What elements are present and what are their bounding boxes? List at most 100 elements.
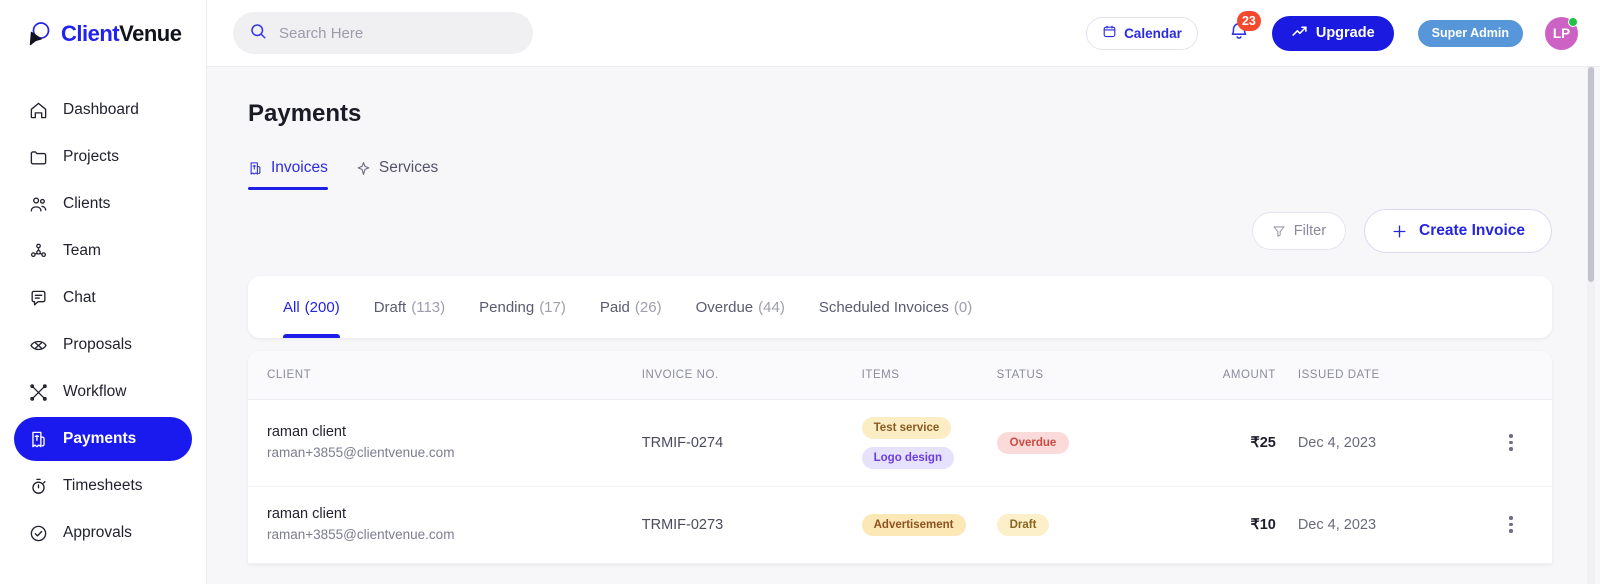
client-name: raman client: [267, 422, 642, 444]
home-icon: [28, 100, 49, 121]
sidebar-item-label: Approvals: [63, 524, 132, 542]
invoices-table: CLIENT INVOICE NO. ITEMS STATUS AMOUNT I…: [248, 351, 1552, 564]
sidebar-item-label: Team: [63, 242, 101, 260]
filter-tab-count: (26): [635, 299, 662, 316]
search-input[interactable]: [279, 25, 517, 42]
search-box[interactable]: [233, 12, 533, 54]
filter-tab-label: Draft: [374, 299, 407, 316]
filter-tab-overdue[interactable]: Overdue (44): [696, 276, 785, 338]
status-badge: Draft: [997, 514, 1050, 536]
sidebar-item-team[interactable]: Team: [14, 229, 192, 273]
cell-client: raman client raman+3855@clientvenue.com: [248, 486, 642, 563]
sidebar-item-dashboard[interactable]: Dashboard: [14, 88, 192, 132]
role-badge[interactable]: Super Admin: [1418, 20, 1523, 47]
sidebar-item-label: Workflow: [63, 383, 126, 401]
table-head: CLIENT INVOICE NO. ITEMS STATUS AMOUNT I…: [248, 351, 1552, 399]
check-circle-icon: [28, 523, 49, 544]
avatar[interactable]: LP: [1545, 17, 1578, 50]
tab-label: Invoices: [271, 159, 328, 177]
upgrade-button[interactable]: Upgrade: [1272, 16, 1394, 51]
cell-actions: [1470, 399, 1552, 486]
spark-icon: [356, 161, 371, 176]
calendar-button[interactable]: Calendar: [1086, 17, 1198, 50]
filter-tab-draft[interactable]: Draft (113): [374, 276, 445, 338]
sidebar-item-label: Chat: [63, 289, 96, 307]
sidebar-item-approvals[interactable]: Approvals: [14, 511, 192, 555]
amount-value: ₹25: [1179, 435, 1276, 451]
proposal-icon: [28, 335, 49, 356]
notifications-button[interactable]: 23: [1222, 13, 1256, 53]
page-subtabs: Invoices Services: [248, 159, 1552, 190]
status-badge: Overdue: [997, 432, 1070, 454]
column-header-issued-date: ISSUED DATE: [1276, 351, 1470, 399]
calendar-icon: [1102, 24, 1117, 42]
table-row[interactable]: raman client raman+3855@clientvenue.com …: [248, 399, 1552, 486]
kebab-menu-icon[interactable]: [1470, 516, 1552, 533]
filter-tab-label: Scheduled Invoices: [819, 299, 949, 316]
item-chip: Logo design: [862, 447, 954, 469]
notification-count-badge: 23: [1237, 11, 1261, 31]
content-area: Payments Invoices Services: [207, 67, 1600, 584]
client-email: raman+3855@clientvenue.com: [267, 525, 642, 545]
sidebar-item-projects[interactable]: Projects: [14, 135, 192, 179]
team-icon: [28, 241, 49, 262]
item-chip-list: Test service Logo design: [862, 417, 997, 469]
column-header-status: STATUS: [997, 351, 1179, 399]
create-invoice-button[interactable]: Create Invoice: [1364, 209, 1552, 253]
invoice-icon: [248, 161, 263, 176]
folder-icon: [28, 147, 49, 168]
brand-name-part2: Venue: [119, 21, 181, 46]
filter-tab-pending[interactable]: Pending (17): [479, 276, 566, 338]
kebab-menu-icon[interactable]: [1470, 434, 1552, 451]
tab-label: Services: [379, 159, 438, 177]
sidebar: ClientVenue Dashboard Projects Clients T…: [0, 0, 207, 584]
item-chip: Test service: [862, 417, 952, 439]
calendar-label: Calendar: [1124, 26, 1182, 41]
filter-tab-all[interactable]: All (200): [283, 276, 340, 338]
cell-items: Test service Logo design: [862, 399, 997, 486]
sidebar-item-proposals[interactable]: Proposals: [14, 323, 192, 367]
cell-items: Advertisement: [862, 486, 997, 563]
column-header-invoice-no: INVOICE NO.: [642, 351, 862, 399]
tab-invoices[interactable]: Invoices: [248, 159, 328, 190]
sidebar-item-workflow[interactable]: Workflow: [14, 370, 192, 414]
item-chip: Advertisement: [862, 514, 966, 536]
sidebar-nav: Dashboard Projects Clients Team Chat Pro…: [0, 67, 206, 555]
scrollbar-thumb[interactable]: [1588, 67, 1594, 282]
app-root: ClientVenue Dashboard Projects Clients T…: [0, 0, 1600, 584]
column-header-amount: AMOUNT: [1179, 351, 1276, 399]
sidebar-item-chat[interactable]: Chat: [14, 276, 192, 320]
create-invoice-label: Create Invoice: [1419, 222, 1525, 240]
filter-tab-scheduled-invoices[interactable]: Scheduled Invoices (0): [819, 276, 972, 338]
issued-date-value: Dec 4, 2023: [1298, 435, 1376, 451]
sidebar-item-payments[interactable]: Payments: [14, 417, 192, 461]
brand-name-part1: Client: [61, 21, 119, 46]
filter-button[interactable]: Filter: [1252, 212, 1346, 250]
item-chip-list: Advertisement: [862, 514, 997, 536]
cell-issued-date: Dec 4, 2023: [1276, 486, 1470, 563]
cell-status: Overdue: [997, 399, 1179, 486]
amount-value: ₹10: [1179, 517, 1276, 533]
cell-invoice-no: TRMIF-0274: [642, 399, 862, 486]
sidebar-item-label: Proposals: [63, 336, 132, 354]
users-icon: [28, 194, 49, 215]
search-icon: [249, 22, 267, 45]
brand-logo[interactable]: ClientVenue: [0, 0, 206, 67]
online-status-dot: [1568, 17, 1578, 27]
page-title: Payments: [248, 100, 1552, 128]
filter-label: Filter: [1294, 223, 1326, 239]
table-header-row: CLIENT INVOICE NO. ITEMS STATUS AMOUNT I…: [248, 351, 1552, 399]
tab-services[interactable]: Services: [356, 159, 438, 190]
sidebar-item-label: Payments: [63, 430, 136, 448]
page-scrollbar[interactable]: [1587, 67, 1595, 584]
sidebar-item-timesheets[interactable]: Timesheets: [14, 464, 192, 508]
table-row[interactable]: raman client raman+3855@clientvenue.com …: [248, 486, 1552, 563]
invoice-number: TRMIF-0274: [642, 435, 723, 451]
cursor-chat-logo-icon: [24, 19, 54, 49]
column-header-items: ITEMS: [862, 351, 997, 399]
filter-tab-paid[interactable]: Paid (26): [600, 276, 662, 338]
main-area: Calendar 23 Upgrade Super Admin LP: [207, 0, 1600, 584]
upgrade-label: Upgrade: [1316, 25, 1375, 41]
issued-date-value: Dec 4, 2023: [1298, 517, 1376, 533]
sidebar-item-clients[interactable]: Clients: [14, 182, 192, 226]
